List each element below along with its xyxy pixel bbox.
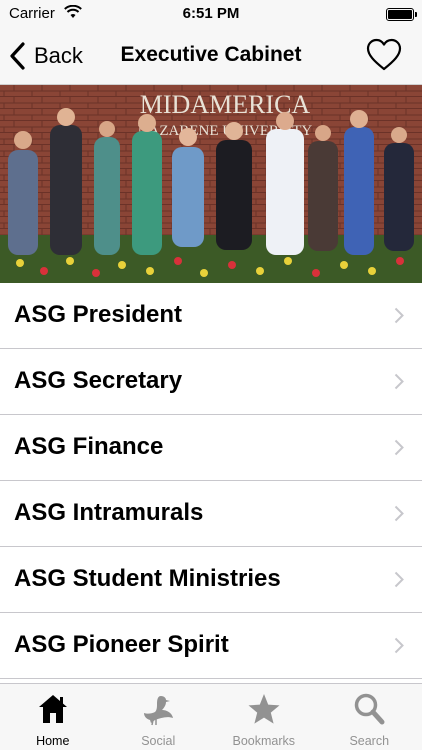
star-icon [248,694,280,724]
list-item-label: ASG Student Ministries [14,565,281,592]
list-item-asg-intramurals[interactable]: ASG Intramurals [0,481,422,547]
list-item-asg-president[interactable]: ASG President [0,283,422,349]
chevron-right-icon [394,307,404,324]
list-item-asg-finance[interactable]: ASG Finance [0,415,422,481]
list-item-label: ASG Secretary [14,367,183,394]
chevron-right-icon [394,571,404,588]
battery-icon [386,8,417,21]
tab-label: Social [141,734,176,748]
group-photo: MIDAMERICA NAZARENE UNIVERSITY [0,85,422,283]
tab-label: Home [36,734,70,748]
search-icon [355,693,385,725]
list-item-asg-pioneer-spirit[interactable]: ASG Pioneer Spirit [0,613,422,679]
group-photo-illustration: MIDAMERICA NAZARENE UNIVERSITY [0,85,422,283]
tab-social[interactable]: Social [106,684,212,750]
navigation-bar: Back Executive Cabinet [0,28,422,85]
status-time: 6:51 PM [182,5,240,22]
status-bar: Carrier 6:51 PM [0,0,422,28]
tab-bar: Home Social Bookmarks Search [0,683,422,750]
page-title: Executive Cabinet [120,43,302,66]
heart-icon[interactable] [366,38,402,72]
home-icon [38,695,67,723]
chevron-right-icon [394,373,404,390]
cabinet-list: ASG President ASG Secretary ASG Finance … [0,283,422,683]
list-item-label: ASG Intramurals [14,499,204,526]
tab-label: Search [349,734,390,748]
list-item-asg-student-ministries[interactable]: ASG Student Ministries [0,547,422,613]
list-item-asg-secretary[interactable]: ASG Secretary [0,349,422,415]
chevron-right-icon [394,505,404,522]
chevron-right-icon [394,637,404,654]
chevron-right-icon [394,439,404,456]
list-item-label: ASG President [14,301,183,328]
tab-label: Bookmarks [232,734,296,748]
list-item-label: ASG Pioneer Spirit [14,631,229,658]
bird-icon [144,696,174,726]
tab-search[interactable]: Search [317,684,422,750]
tab-home[interactable]: Home [0,684,106,750]
tab-bookmarks[interactable]: Bookmarks [211,684,317,750]
list-item-label: ASG Finance [14,433,164,460]
